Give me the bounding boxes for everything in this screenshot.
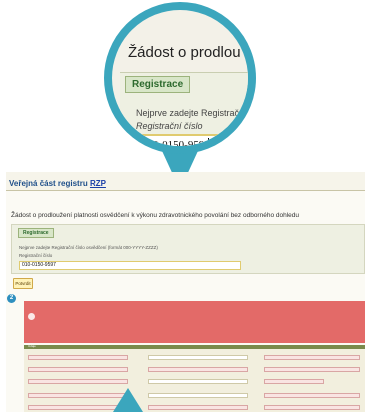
zoom-circle: Žádost o prodlou Registrace Nejprve zade… xyxy=(104,2,256,154)
text-caret xyxy=(208,138,209,146)
submit-button[interactable]: Potvrdit xyxy=(13,278,33,289)
form-field[interactable] xyxy=(28,367,128,372)
form-field[interactable] xyxy=(264,405,360,410)
registration-field-label: Registrační číslo xyxy=(19,253,53,258)
form-field[interactable] xyxy=(148,405,248,410)
form-select[interactable] xyxy=(148,379,248,384)
callout-pointer xyxy=(113,388,143,412)
registration-instruction: Nejprve zadejte Registrační číslo osvědč… xyxy=(19,245,158,250)
form-field[interactable] xyxy=(148,367,248,372)
warning-icon xyxy=(28,313,35,320)
personal-data-form: Údaje xyxy=(24,344,365,412)
error-message-box xyxy=(24,301,365,343)
form-field[interactable] xyxy=(264,393,360,398)
zoom-page-title: Žádost o prodlou xyxy=(128,44,241,61)
zoom-field-label: Registrační číslo xyxy=(136,121,203,131)
form-section-bar: Údaje xyxy=(24,344,365,349)
form-select[interactable] xyxy=(148,355,248,360)
form-field[interactable] xyxy=(28,379,128,384)
registration-number-input[interactable]: 010-0150-9597 xyxy=(19,261,241,270)
page-header: Veřejná část registru RZP xyxy=(6,172,365,191)
page-screenshot: Veřejná část registru RZP Žádost o prodl… xyxy=(6,172,365,412)
zoom-registration-number-input[interactable]: 010-0150-9597 xyxy=(136,134,228,151)
page-title: Žádost o prodloužení platnosti osvědčení… xyxy=(11,212,299,219)
step-badge: 2 xyxy=(7,294,16,303)
header-prefix: Veřejná část registru xyxy=(9,179,90,188)
form-field[interactable] xyxy=(264,367,360,372)
zoom-registration-number-value: 010-0150-9597 xyxy=(142,139,210,151)
registration-panel: Registrace Nejprve zadejte Registrační č… xyxy=(11,224,365,274)
zoom-registration-tag: Registrace xyxy=(125,76,191,93)
form-section-label: Údaje xyxy=(28,344,36,348)
form-field[interactable] xyxy=(264,355,360,360)
page-header-title: Veřejná část registru RZP xyxy=(9,179,106,188)
form-field[interactable] xyxy=(28,355,128,360)
form-field[interactable] xyxy=(264,379,324,384)
registration-tag: Registrace xyxy=(18,228,54,238)
zoom-instruction: Nejprve zadejte Registrační xyxy=(136,108,247,118)
rzp-link[interactable]: RZP xyxy=(90,179,106,188)
form-select[interactable] xyxy=(148,393,248,398)
